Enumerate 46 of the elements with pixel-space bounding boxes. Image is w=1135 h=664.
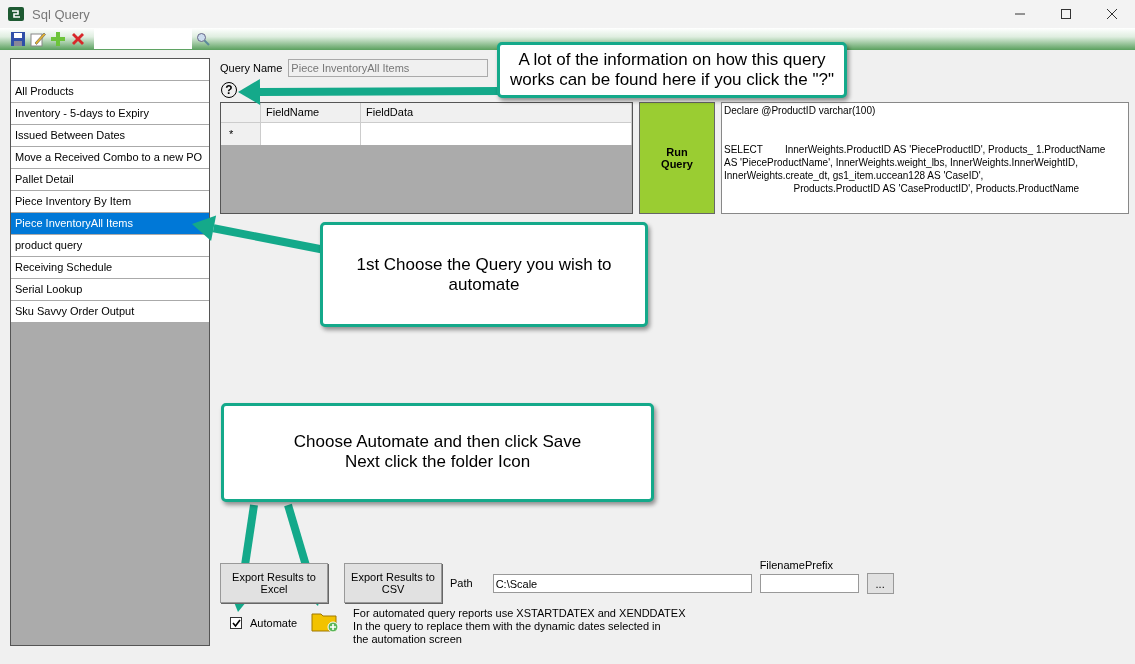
query-list-item[interactable]: Inventory - 5-days to Expiry	[11, 103, 209, 125]
search-field[interactable]	[94, 29, 192, 49]
query-list-item[interactable]: Receiving Schedule	[11, 257, 209, 279]
path-field[interactable]: C:\Scale	[492, 574, 752, 593]
add-icon[interactable]	[50, 31, 66, 47]
query-list-item[interactable]: Issued Between Dates	[11, 125, 209, 147]
automation-note: For automated query reports use XSTARTDATEX and XENDDATEX In the query to replace them with the dynamic dates selected in the automation screen	[353, 607, 686, 646]
column-header[interactable]: FieldData	[361, 103, 632, 123]
table-cell[interactable]	[261, 123, 361, 145]
callout: A lot of the information on how this query works can be found here if you click the "?"	[497, 42, 847, 98]
export-csv-button[interactable]: Export Results to CSV	[344, 563, 442, 603]
maximize-icon[interactable]	[1061, 9, 1071, 19]
path-label: Path	[450, 577, 473, 589]
query-list-item[interactable]: All Products	[11, 81, 209, 103]
app-logo-icon	[8, 7, 24, 21]
filename-prefix-label: FilenamePrefix	[759, 559, 834, 571]
row-header	[221, 103, 261, 123]
query-name-field[interactable]: Piece InventoryAll Items	[288, 59, 489, 77]
new-row-marker: *	[221, 123, 261, 145]
query-list-item[interactable]: Piece Inventory By Item	[11, 191, 209, 213]
empty-list-row[interactable]	[11, 59, 209, 81]
window-title: Sql Query	[32, 6, 90, 22]
filename-prefix-field[interactable]	[759, 574, 859, 593]
browse-button[interactable]: ...	[866, 573, 894, 594]
run-query-button[interactable]: Run Query	[639, 102, 715, 214]
folder-add-icon[interactable]	[311, 611, 340, 633]
pencil-icon[interactable]	[30, 31, 46, 47]
query-name-label: Query Name	[220, 62, 283, 74]
close-icon[interactable]	[1107, 9, 1117, 19]
query-list-item[interactable]: Move a Received Combo to a new PO	[11, 147, 209, 169]
query-list-item[interactable]: product query	[11, 235, 209, 257]
table-cell[interactable]	[361, 123, 632, 145]
query-list-item[interactable]: Pallet Detail	[11, 169, 209, 191]
column-header[interactable]: FieldName	[261, 103, 361, 123]
query-list-item[interactable]: Sku Savvy Order Output	[11, 301, 209, 323]
delete-icon[interactable]	[70, 31, 86, 47]
query-list-item[interactable]: Piece InventoryAll Items	[11, 213, 209, 235]
automate-checkbox[interactable]	[230, 617, 242, 629]
query-list-item[interactable]: Serial Lookup	[11, 279, 209, 301]
search-icon[interactable]	[196, 32, 210, 46]
callout: Choose Automate and then click Save Next click the folder Icon	[221, 403, 654, 502]
automate-label: Automate	[250, 617, 298, 631]
sql-editor[interactable]: Declare @ProductID varchar(100) SELECT InnerWeights.ProductID AS 'PieceProductID', Products_ 1.ProductName AS 'PieceProductName', InnerWeights.weight_lbs, InnerWeights.InnerWeightID, InnerWeights.create_dt, gs1_item.uccean128 AS 'CaseID', Products.ProductID AS 'CaseProductID', Products.ProductName	[721, 102, 1129, 214]
callout: 1st Choose the Query you wish to automate	[320, 222, 648, 327]
save-icon[interactable]	[10, 31, 26, 47]
export-excel-button[interactable]: Export Results to Excel	[220, 563, 328, 603]
